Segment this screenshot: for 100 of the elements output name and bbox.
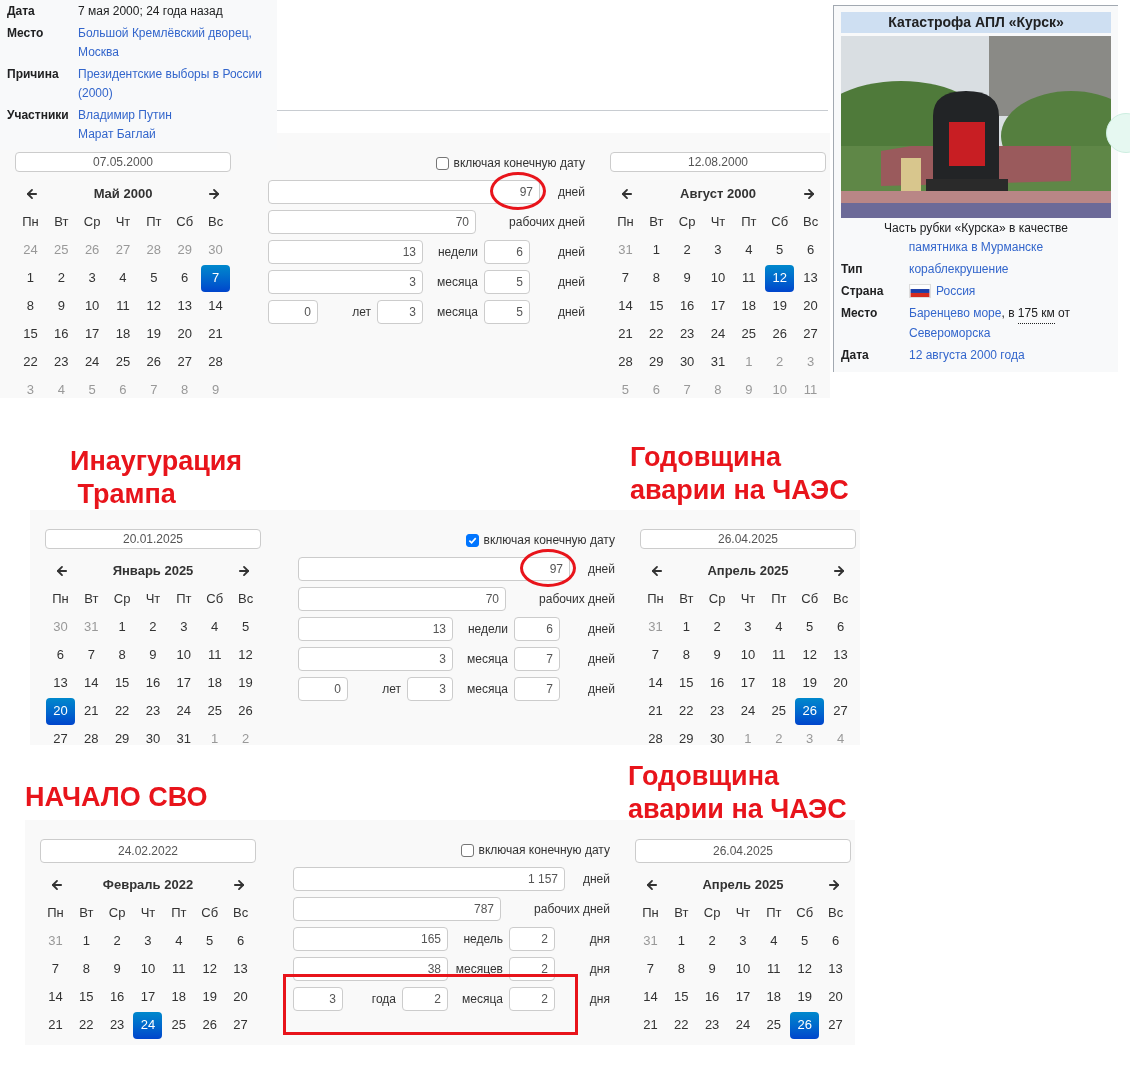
calendar-day[interactable]: 3 <box>77 264 107 292</box>
result-field[interactable]: 13 <box>298 617 453 641</box>
calendar-day[interactable]: 11 <box>759 955 789 983</box>
calendar-day[interactable]: 6 <box>826 613 856 641</box>
calendar-day[interactable]: 31 <box>703 348 733 376</box>
month-title[interactable]: Август 2000 <box>680 184 756 204</box>
calendar-day[interactable]: 19 <box>790 983 820 1011</box>
calendar-day[interactable]: 14 <box>201 292 231 320</box>
calendar-day[interactable]: 28 <box>640 725 670 745</box>
calendar-day[interactable]: 7 <box>76 641 106 669</box>
calendar-day[interactable]: 10 <box>733 641 763 669</box>
calendar-day[interactable]: 9 <box>672 264 702 292</box>
calendar-day[interactable]: 22 <box>15 348 45 376</box>
link[interactable]: (2000) <box>78 86 113 100</box>
result-field[interactable]: 165 <box>293 927 448 951</box>
calendar-day[interactable]: 29 <box>107 725 137 745</box>
calendar-day[interactable]: 5 <box>139 264 169 292</box>
calendar-day[interactable]: 13 <box>170 292 200 320</box>
calendar-day[interactable]: 11 <box>764 641 794 669</box>
calendar-day[interactable]: 21 <box>640 697 670 725</box>
calendar-day[interactable]: 3 <box>703 236 733 264</box>
result-field[interactable]: 6 <box>484 240 530 264</box>
calendar-day[interactable]: 16 <box>46 320 76 348</box>
result-field[interactable]: 97 <box>298 557 570 581</box>
calendar-day[interactable]: 20 <box>45 697 75 725</box>
calendar-day[interactable]: 8 <box>666 955 696 983</box>
calendar-day[interactable]: 25 <box>759 1011 789 1039</box>
result-field[interactable]: 7 <box>514 647 560 671</box>
calendar-day[interactable]: 24 <box>77 348 107 376</box>
calendar-day[interactable]: 14 <box>40 983 70 1011</box>
calendar-day[interactable]: 14 <box>610 292 640 320</box>
calendar-day[interactable]: 24 <box>133 1011 163 1039</box>
calendar-day[interactable]: 4 <box>759 927 789 955</box>
calendar-day[interactable]: 17 <box>703 292 733 320</box>
link[interactable]: Москва <box>78 45 119 59</box>
calendar-day[interactable]: 12 <box>139 292 169 320</box>
calendar-day[interactable]: 4 <box>108 264 138 292</box>
calendar-day[interactable]: 5 <box>231 613 261 641</box>
result-field[interactable]: 97 <box>268 180 540 204</box>
calendar-day[interactable]: 19 <box>195 983 225 1011</box>
link[interactable]: кораблекрушение <box>909 262 1009 276</box>
calendar-day[interactable]: 27 <box>226 1011 256 1039</box>
calendar-day[interactable]: 26 <box>139 348 169 376</box>
calendar-day[interactable]: 9 <box>697 955 727 983</box>
result-field[interactable]: 3 <box>268 270 423 294</box>
calendar-day[interactable]: 18 <box>764 669 794 697</box>
calendar-day[interactable]: 20 <box>170 320 200 348</box>
link[interactable]: памятника в Мурманске <box>908 240 1044 254</box>
calendar-day[interactable]: 30 <box>138 725 168 745</box>
calendar-day[interactable]: 3 <box>733 613 763 641</box>
result-field[interactable]: 2 <box>509 987 555 1011</box>
calendar-day[interactable]: 27 <box>826 697 856 725</box>
calendar-day[interactable]: 27 <box>796 320 826 348</box>
start-date-field[interactable]: 07.05.2000 <box>15 152 231 172</box>
calendar-day[interactable]: 13 <box>826 641 856 669</box>
prev-month-icon[interactable] <box>25 187 39 201</box>
calendar-day[interactable]: 11 <box>734 264 764 292</box>
result-field[interactable]: 3 <box>407 677 453 701</box>
checkbox[interactable] <box>435 156 449 170</box>
result-field[interactable]: 0 <box>268 300 318 324</box>
calendar-day[interactable]: 29 <box>671 725 701 745</box>
result-field[interactable]: 3 <box>377 300 423 324</box>
calendar-day[interactable]: 17 <box>733 669 763 697</box>
calendar-day[interactable]: 25 <box>734 320 764 348</box>
calendar-day[interactable]: 18 <box>108 320 138 348</box>
calendar-day[interactable]: 15 <box>71 983 101 1011</box>
calendar-day[interactable]: 3 <box>728 927 758 955</box>
month-title[interactable]: Январь 2025 <box>112 561 194 581</box>
calendar-day[interactable]: 5 <box>195 927 225 955</box>
calendar-day[interactable]: 14 <box>635 983 665 1011</box>
result-field[interactable]: 3 <box>298 647 453 671</box>
calendar-day[interactable]: 13 <box>796 264 826 292</box>
link[interactable]: Россия <box>936 284 976 298</box>
calendar-day[interactable]: 16 <box>697 983 727 1011</box>
prev-month-icon[interactable] <box>650 564 664 578</box>
calendar-day[interactable]: 19 <box>765 292 795 320</box>
result-field[interactable]: 3 <box>293 987 343 1011</box>
calendar-day[interactable]: 14 <box>640 669 670 697</box>
calendar-day[interactable]: 27 <box>821 1011 851 1039</box>
prev-month-icon[interactable] <box>620 187 634 201</box>
start-date-field[interactable]: 20.01.2025 <box>45 529 261 549</box>
calendar-day[interactable]: 10 <box>728 955 758 983</box>
month-title[interactable]: Апрель 2025 <box>702 875 784 895</box>
checkbox[interactable] <box>465 533 479 547</box>
calendar-day[interactable]: 1 <box>671 613 701 641</box>
calendar-day[interactable]: 1 <box>666 927 696 955</box>
calendar-day[interactable]: 19 <box>139 320 169 348</box>
calendar-day[interactable]: 27 <box>45 725 75 745</box>
calendar-day[interactable]: 26 <box>795 697 825 725</box>
calendar-day[interactable]: 2 <box>702 613 732 641</box>
result-field[interactable]: 787 <box>293 897 501 921</box>
result-field[interactable]: 2 <box>509 957 555 981</box>
calendar-day[interactable]: 30 <box>702 725 732 745</box>
calendar-day[interactable]: 18 <box>734 292 764 320</box>
calendar-day[interactable]: 30 <box>672 348 702 376</box>
calendar-day[interactable]: 12 <box>231 641 261 669</box>
calendar-day[interactable]: 28 <box>76 725 106 745</box>
calendar-day[interactable]: 23 <box>46 348 76 376</box>
calendar-day[interactable]: 9 <box>102 955 132 983</box>
calendar-day[interactable]: 10 <box>169 641 199 669</box>
